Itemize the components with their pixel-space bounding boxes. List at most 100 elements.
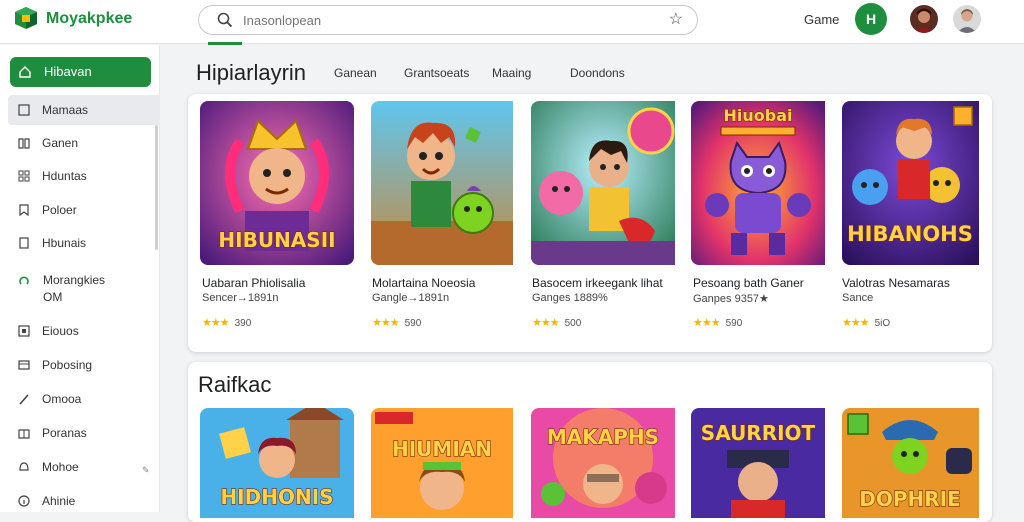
game-thumbnail[interactable]: HIBUNASII — [200, 101, 354, 265]
game-subtitle: Sance — [842, 292, 874, 304]
rating-stars-icon: ★★★ — [372, 317, 400, 329]
sidebar-item-label: Ahinie — [42, 494, 76, 508]
sidebar-item-sublabel: OM — [43, 290, 63, 304]
game-art-text: Hiuobai — [724, 106, 793, 125]
sidebar-item-label: Hbunais — [42, 236, 87, 250]
sidebar: Hibavan Mamaas Ganen Hduntas Poloer Hbun… — [0, 45, 160, 512]
game-thumbnail[interactable]: DOPHRIE — [842, 408, 996, 518]
game-thumbnail[interactable]: SAURRIOT — [691, 408, 845, 518]
sidebar-item-ganen[interactable]: Ganen — [18, 133, 78, 153]
sidebar-scrollbar[interactable] — [155, 125, 158, 250]
game-thumbnail[interactable]: HIUMIAN — [371, 408, 525, 518]
rating-stars-icon: ★★★ — [202, 317, 230, 329]
sidebar-item-label: Morangkies — [43, 273, 106, 287]
game-subtitle: Gangle→1891n — [372, 292, 450, 304]
home-icon — [19, 66, 31, 78]
payment-icon — [18, 360, 30, 370]
avatar[interactable] — [910, 5, 938, 33]
game-rating: ★★★ 500 — [532, 316, 581, 329]
bell-icon — [19, 462, 29, 471]
game-rating: ★★★ 5iO — [842, 316, 890, 329]
sidebar-item-label: Mohoe — [42, 460, 79, 474]
sidebar-item-label: Hibavan — [44, 64, 92, 79]
sidebar-item-mamaas[interactable]: Mamaas — [18, 100, 88, 120]
sidebar-item-label: Poranas — [42, 426, 87, 440]
game-thumbnail[interactable] — [371, 101, 525, 265]
section-title: Hipiarlayrin — [196, 60, 307, 85]
sidebar-item-label: Omooa — [42, 392, 82, 406]
tab-maaing[interactable]: Maaing — [492, 66, 531, 80]
game-thumbnail[interactable]: Hiuobai — [691, 101, 845, 265]
bookmark-icon — [19, 204, 29, 216]
rating-stars-icon: ★★★ — [693, 317, 721, 329]
sidebar-item-label: Pobosing — [42, 358, 93, 372]
game-rating: ★★★ 590 — [372, 316, 421, 329]
account-button[interactable]: H — [855, 3, 887, 35]
game-subtitle: Ganpes 9357★ — [693, 293, 769, 305]
gift-icon — [18, 429, 30, 439]
sidebar-item-home[interactable]: Hibavan — [10, 57, 151, 87]
game-rating: ★★★ 390 — [202, 316, 251, 329]
rating-stars-icon: ★★★ — [532, 317, 560, 329]
avatar[interactable] — [953, 5, 981, 33]
tab-ganean[interactable]: Ganean — [334, 66, 377, 80]
app-logo-icon[interactable] — [14, 6, 38, 30]
sidebar-item-eiouos[interactable]: Eiouos — [18, 321, 79, 341]
sidebar-item-hduntas[interactable]: Hduntas — [18, 166, 87, 186]
sidebar-item-ahinie[interactable]: Ahinie — [18, 491, 75, 511]
info-icon — [18, 495, 30, 507]
game-thumbnail[interactable] — [531, 101, 685, 265]
active-indicator — [208, 42, 242, 45]
sidebar-item-label: Mamaas — [42, 103, 89, 117]
search-bar[interactable]: ☆ — [198, 5, 698, 35]
sidebar-item-mohoe[interactable]: Mohoe — [18, 457, 79, 477]
game-art-text: MAKAPHS — [547, 425, 659, 449]
sidebar-item-label: Eiouos — [42, 324, 79, 338]
game-art-text: DOPHRIE — [859, 487, 961, 511]
cloud-icon — [19, 276, 29, 285]
game-subtitle: Sencer→1891n — [202, 292, 279, 304]
game-thumbnail[interactable]: HIDHONIS — [200, 408, 354, 518]
box-icon — [18, 325, 30, 337]
edit-icon[interactable]: ✎ — [142, 465, 150, 476]
game-title[interactable]: Uabaran Phiolisalia — [202, 276, 305, 290]
search-input[interactable] — [243, 10, 653, 30]
brand-name[interactable]: Moyakpkee — [46, 10, 132, 28]
sidebar-item-pobosing[interactable]: Pobosing — [18, 355, 92, 375]
sidebar-item-label: Ganen — [42, 136, 79, 150]
sidebar-item-hbunais[interactable]: Hbunais — [18, 233, 86, 253]
top-game-link[interactable]: Game — [804, 12, 839, 27]
game-title[interactable]: Basocem irkeegank lihat — [532, 276, 663, 290]
sidebar-item-poranas[interactable]: Poranas — [18, 423, 87, 443]
grid-icon — [18, 104, 30, 116]
sidebar-item-poloer[interactable]: Poloer — [18, 200, 77, 220]
book-icon — [18, 138, 30, 149]
sidebar-item-omooa[interactable]: Omooa — [18, 389, 81, 409]
game-rating: ★★★ 590 — [693, 316, 742, 329]
rating-value: 590 — [725, 318, 743, 329]
top-bar: Moyakpkee ☆ Game H — [0, 0, 1024, 45]
sidebar-item-label: Poloer — [42, 203, 77, 217]
game-art-text: SAURRIOT — [701, 421, 816, 445]
tab-doondons[interactable]: Doondons — [570, 66, 625, 80]
rating-value: 590 — [404, 318, 422, 329]
sidebar-item-label: Hduntas — [42, 169, 87, 183]
game-title[interactable]: Valotras Nesamaras — [842, 276, 950, 290]
sidebar-item-morangkies[interactable]: Morangkies OM — [18, 272, 105, 306]
tab-grantsoeats[interactable]: Grantsoeats — [404, 66, 469, 80]
game-art-text: HIBUNASII — [218, 228, 335, 252]
rating-stars-icon: ★★★ — [842, 317, 870, 329]
section-title: Raifkac — [198, 372, 272, 397]
search-icon — [217, 12, 233, 28]
game-subtitle: Ganges 1889% — [532, 292, 608, 304]
game-thumbnail[interactable]: HIBANOHS — [842, 101, 996, 265]
game-art-text: HIBANOHS — [847, 222, 973, 246]
game-title[interactable]: Molartaina Noeosia — [372, 276, 475, 290]
star-icon[interactable]: ☆ — [669, 9, 683, 29]
game-art-text: HIDHONIS — [220, 485, 333, 509]
pen-icon — [19, 394, 29, 405]
game-title[interactable]: Pesoang bath Ganer — [693, 276, 804, 290]
rating-value: 500 — [564, 318, 582, 329]
game-thumbnail[interactable]: MAKAPHS — [531, 408, 685, 518]
rating-value: 5iO — [874, 318, 891, 329]
